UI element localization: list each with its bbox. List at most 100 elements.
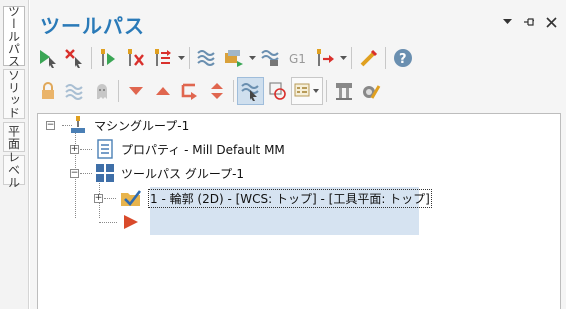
- tree-node-toolpath-group[interactable]: ツールパス グループ-1: [95, 162, 244, 184]
- highlight-tool-icon: [360, 49, 377, 67]
- chevron-down-icon[interactable]: [176, 44, 186, 72]
- toggle-posting-button[interactable]: [149, 44, 176, 72]
- toolbar-separator: [233, 80, 234, 102]
- insert-arrow-button[interactable]: [176, 77, 203, 105]
- backplot-icon: [196, 50, 215, 66]
- properties-icon: [97, 139, 113, 159]
- display-options-icon: [294, 83, 319, 97]
- toggle-display-button[interactable]: [61, 77, 88, 105]
- side-tab-label: ソリッド: [6, 69, 21, 119]
- toolpaths-panel: ツールパス G1 ? − + − + マシングループ-1 プロパティ - Mil…: [30, 0, 566, 309]
- side-tab-strip: ツールパス ソリッド 平面 レベル: [0, 0, 29, 309]
- collapse-toggle[interactable]: −: [70, 169, 79, 178]
- side-tab-label: ツールパス: [6, 4, 21, 68]
- ghost-icon: [96, 84, 107, 99]
- chevron-down-icon[interactable]: [338, 44, 348, 72]
- tree-connector: [104, 198, 116, 199]
- backplot-button[interactable]: [193, 44, 220, 72]
- expand-collapse-button[interactable]: [203, 77, 230, 105]
- side-tab-label: レベル: [6, 151, 21, 189]
- help-button[interactable]: ?: [389, 44, 416, 72]
- close-icon[interactable]: [544, 15, 558, 29]
- chevron-down-icon[interactable]: [247, 44, 257, 72]
- deselect-icon: [64, 49, 82, 68]
- window-controls: [500, 15, 558, 29]
- svg-text:?: ?: [399, 52, 407, 67]
- collapse-toggle[interactable]: −: [46, 121, 55, 130]
- insert-arrow-marker[interactable]: [120, 211, 140, 233]
- tree-node-label: 1 - 輪郭 (2D) - [WCS: トップ] - [工具平面: トップ]: [148, 188, 432, 208]
- svg-text:G1: G1: [289, 52, 306, 66]
- help-icon: ?: [393, 49, 412, 67]
- display-selected-icon: [240, 83, 259, 101]
- expand-collapse-icon: [210, 83, 223, 99]
- toolbar-separator: [351, 47, 352, 69]
- toolbar-separator: [118, 80, 119, 102]
- show-selected-entity-button[interactable]: [264, 77, 291, 105]
- insert-arrow-icon: [124, 215, 138, 229]
- operations-tree[interactable]: − + − + マシングループ-1 プロパティ - Mill Default M…: [37, 113, 561, 309]
- operation-folder-icon: [121, 190, 142, 206]
- regenerate-dirty-button[interactable]: [122, 44, 149, 72]
- side-tab-solids[interactable]: ソリッド: [3, 69, 25, 119]
- insert-arrow-icon: [181, 83, 197, 100]
- select-all-toolpaths-button[interactable]: [34, 44, 61, 72]
- regenerate-dirty-icon: [127, 49, 144, 66]
- tree-node-label: ツールパス グループ-1: [121, 166, 245, 181]
- toolbar-separator: [326, 80, 327, 102]
- display-options-dropdown[interactable]: [291, 77, 323, 105]
- expand-toggle[interactable]: +: [94, 194, 103, 203]
- tree-connector: [99, 222, 117, 223]
- tree-node-properties[interactable]: プロパティ - Mill Default MM: [95, 138, 285, 160]
- pin-dropdown-icon[interactable]: [500, 15, 514, 29]
- simulate-icon: [260, 50, 279, 66]
- toolbar-row-1: G1 ?: [34, 44, 416, 72]
- move-up-button[interactable]: [149, 77, 176, 105]
- side-tab-planes[interactable]: 平面: [3, 122, 25, 152]
- tree-connector: [80, 173, 92, 174]
- material-manager-icon: [362, 85, 380, 99]
- simulate-button[interactable]: [257, 44, 284, 72]
- regenerate-selected-icon: [100, 49, 115, 66]
- tool-manager-button[interactable]: [330, 77, 357, 105]
- g1-post-button[interactable]: G1: [284, 44, 311, 72]
- verify-button[interactable]: [220, 44, 247, 72]
- regenerate-selected-button[interactable]: [95, 44, 122, 72]
- move-up-icon: [155, 87, 170, 95]
- tool-manager-icon: [335, 83, 352, 100]
- side-tab-toolpaths[interactable]: ツールパス: [3, 4, 25, 68]
- verify-icon: [224, 50, 243, 67]
- material-manager-button[interactable]: [357, 77, 384, 105]
- move-down-button[interactable]: [122, 77, 149, 105]
- tree-node-label: マシングループ-1: [94, 118, 190, 133]
- post-output-button[interactable]: [311, 44, 338, 72]
- deselect-toolpaths-button[interactable]: [61, 44, 88, 72]
- post-output-icon: [316, 49, 334, 66]
- toolpath-group-icon: [96, 164, 114, 182]
- side-tab-label: 平面: [6, 124, 21, 150]
- tree-node-machine-group[interactable]: マシングループ-1: [68, 114, 189, 136]
- panel-title: ツールパス: [40, 14, 145, 38]
- machine-group-icon: [71, 116, 85, 133]
- auto-hide-pin-icon[interactable]: [522, 15, 536, 29]
- show-entity-icon: [268, 82, 286, 100]
- toolbar-separator: [385, 47, 386, 69]
- only-display-selected-button[interactable]: [237, 77, 264, 105]
- tree-node-label: プロパティ - Mill Default MM: [121, 142, 285, 157]
- side-tab-levels[interactable]: レベル: [3, 151, 25, 189]
- tree-node-operation[interactable]: 1 - 輪郭 (2D) - [WCS: トップ] - [工具平面: トップ]: [120, 187, 432, 209]
- expand-toggle[interactable]: +: [70, 145, 79, 154]
- g1-icon: G1: [289, 52, 306, 66]
- ghost-button[interactable]: [88, 77, 115, 105]
- toolbar-separator: [91, 47, 92, 69]
- toolbar-row-2: [34, 77, 384, 105]
- move-down-icon: [128, 87, 143, 95]
- toggle-posting-icon: [154, 49, 171, 66]
- highlight-tool-button[interactable]: [355, 44, 382, 72]
- lock-button[interactable]: [34, 77, 61, 105]
- select-all-icon: [39, 50, 56, 68]
- lock-icon: [41, 82, 54, 99]
- tree-connector: [80, 149, 92, 150]
- toolbar-separator: [189, 47, 190, 69]
- toggle-display-icon: [64, 84, 83, 100]
